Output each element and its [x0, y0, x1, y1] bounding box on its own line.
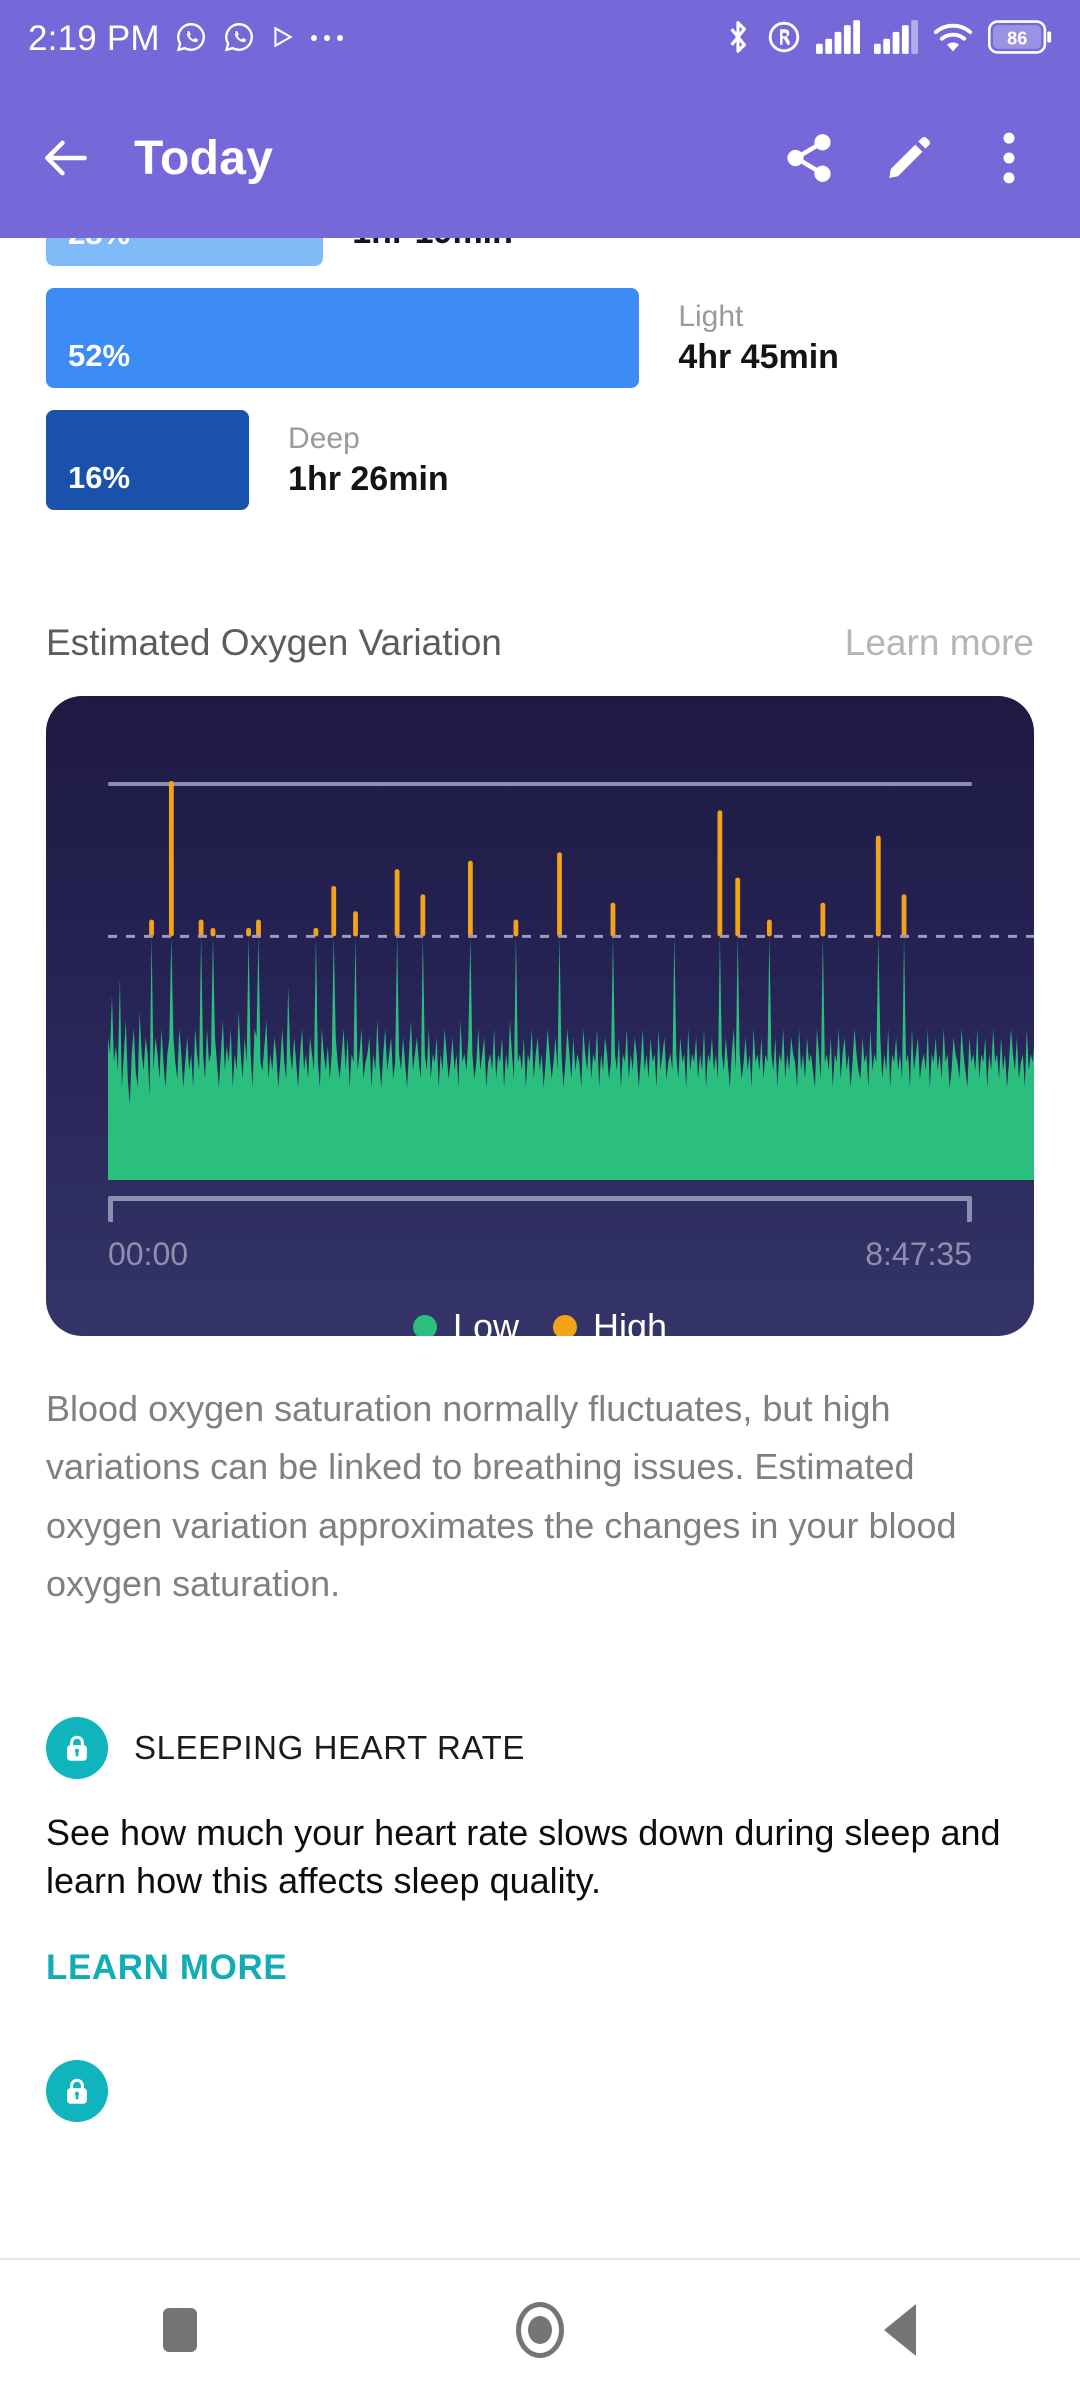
chart-x-end-label: 8:47:35	[865, 1236, 972, 1272]
overflow-menu-button[interactable]	[972, 121, 1046, 195]
recents-button[interactable]	[120, 2285, 240, 2375]
chart-spike-high	[467, 860, 473, 937]
sleep-stage-labels: Light 4hr 45min	[678, 288, 839, 388]
edit-button[interactable]	[872, 121, 946, 195]
share-button[interactable]	[772, 121, 846, 195]
chart-spike-high	[766, 919, 772, 937]
sleep-stage-bar: 16%	[46, 410, 249, 510]
page-title: Today	[134, 131, 274, 185]
status-bar-clock: 2:19 PM	[28, 19, 160, 58]
locked-section-header	[46, 2059, 1034, 2122]
battery-icon: 86	[987, 19, 1052, 59]
sleep-stage-name: Light	[678, 300, 744, 333]
chart-axis-labels: 00:00 8:47:35	[108, 1236, 972, 1273]
locked-section-description: See how much your heart rate slows down …	[46, 1812, 1001, 1902]
telegram-icon	[270, 24, 296, 55]
chart-spike-high	[246, 928, 251, 937]
back-button[interactable]	[34, 126, 98, 190]
sleep-stage-row-deep: 16% Deep 1hr 26min	[46, 410, 1034, 510]
sleep-stage-bar: 28%	[46, 238, 323, 266]
more-notifications-icon	[310, 30, 344, 48]
lock-icon	[46, 1717, 108, 1780]
chart-spike-high	[256, 919, 261, 937]
chart-spike-high	[513, 919, 519, 937]
sleep-stage-row-light: 52% Light 4hr 45min	[46, 288, 1034, 388]
chart-x-axis	[108, 1196, 972, 1222]
bluetooth-icon	[724, 18, 752, 61]
chart-spike-high	[735, 877, 741, 937]
wifi-icon	[932, 21, 974, 58]
oxygen-variation-chart	[108, 781, 1034, 1180]
oxygen-section-header: Estimated Oxygen Variation Learn more	[0, 622, 1080, 664]
chart-x-start-label: 00:00	[108, 1236, 189, 1272]
legend-label-high: High	[593, 1306, 668, 1336]
legend-dot-high	[553, 1315, 577, 1336]
sleep-stage-labels: 1hr 19min	[352, 238, 513, 266]
sleep-stage-percent: 28%	[46, 238, 130, 266]
chart-legend: Low High	[46, 1306, 1034, 1336]
chart-spike-high	[394, 869, 400, 937]
legend-label-low: Low	[452, 1306, 519, 1336]
sleep-stage-bar: 52%	[46, 288, 639, 388]
sleep-stage-row-clipped: 28% 1hr 19min	[46, 238, 1034, 266]
app-bar: Today	[0, 78, 1080, 238]
chart-spike-high	[198, 919, 204, 937]
legend-item-low: Low	[412, 1306, 519, 1336]
legend-dot-low	[412, 1315, 437, 1336]
back-nav-icon	[884, 2304, 916, 2356]
legend-item-high: High	[553, 1306, 667, 1336]
whatsapp-icon	[222, 20, 256, 59]
sleep-stage-duration: 1hr 19min	[352, 238, 513, 253]
sleep-stage-name: Deep	[288, 422, 360, 455]
recents-icon	[163, 2308, 197, 2352]
chart-spike-high	[210, 928, 216, 937]
oxygen-description: Blood oxygen saturation normally fluctua…	[46, 1388, 957, 1604]
chart-spike-high	[149, 919, 154, 937]
phone-screen: 2:19 PM 86 Today 52% Light 4hr 45min 16%…	[0, 0, 1080, 2400]
chart-spike-high	[420, 894, 426, 937]
battery-level-text: 86	[1007, 28, 1027, 48]
chart-spike-high	[901, 894, 907, 937]
sleep-stage-duration: 1hr 26min	[288, 459, 449, 498]
home-button[interactable]	[480, 2285, 600, 2375]
learn-more-link[interactable]: Learn more	[845, 622, 1034, 664]
system-navigation-bar	[0, 2260, 1080, 2400]
sleep-stage-list: 28% 1hr 19min 52% Light 4hr 45min	[0, 238, 1080, 510]
chart-spike-high	[875, 835, 881, 937]
sleep-stage-percent: 52%	[68, 338, 131, 373]
back-nav-button[interactable]	[840, 2285, 960, 2375]
scroll-content[interactable]: 28% 1hr 19min 52% Light 4hr 45min	[0, 238, 1080, 2260]
chart-spike-high	[331, 886, 337, 937]
roaming-icon	[766, 19, 802, 60]
chart-spike-high	[168, 781, 174, 937]
locked-section-cta[interactable]: LEARN MORE	[46, 1948, 1034, 1988]
locked-section-header: SLEEPING HEART RATE	[46, 1717, 1034, 1780]
sleep-stage-labels: Deep 1hr 26min	[288, 410, 449, 510]
chart-spike-high	[717, 810, 723, 937]
locked-section-sleeping-heart-rate: SLEEPING HEART RATE See how much your he…	[0, 1717, 1080, 1987]
sleep-stage-duration: 4hr 45min	[678, 337, 839, 376]
chart-spike-high	[820, 902, 826, 937]
oxygen-variation-chart-card[interactable]: 00:00 8:47:35 Low High	[46, 696, 1034, 1336]
status-bar: 2:19 PM 86	[0, 0, 1080, 78]
signal-sim2-icon	[874, 19, 918, 59]
chart-series-low	[108, 936, 1034, 1180]
chart-spike-high	[610, 902, 616, 937]
status-bar-left: 2:19 PM	[28, 19, 344, 59]
locked-section-title: SLEEPING HEART RATE	[134, 1729, 526, 1767]
whatsapp-icon	[174, 20, 208, 59]
sleep-stage-percent: 16%	[68, 460, 131, 495]
chart-spike-high	[557, 852, 562, 937]
home-icon	[516, 2302, 564, 2358]
signal-sim1-icon	[816, 19, 860, 59]
lock-icon	[46, 2059, 108, 2122]
locked-section-next	[0, 2059, 1080, 2122]
oxygen-section-title: Estimated Oxygen Variation	[46, 622, 502, 663]
chart-spike-high	[353, 911, 358, 937]
status-bar-right: 86	[724, 18, 1052, 61]
